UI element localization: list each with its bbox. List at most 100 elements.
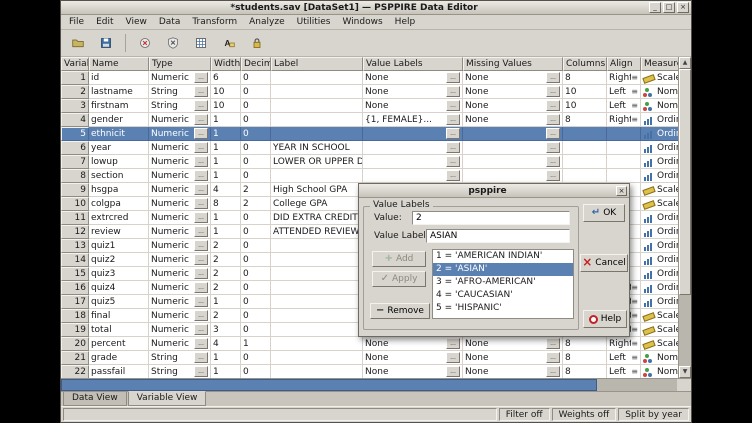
- type-edit-button[interactable]: [194, 226, 208, 237]
- cell-width[interactable]: 2: [211, 309, 241, 323]
- cell-type[interactable]: Numeric: [149, 267, 211, 281]
- cell-measure[interactable]: Nominal: [641, 351, 678, 365]
- cell-measure[interactable]: Ordinal: [641, 239, 678, 253]
- column-header[interactable]: Value Labels: [363, 57, 463, 71]
- cell-name[interactable]: quiz2: [89, 253, 149, 267]
- maximize-button[interactable]: □: [663, 2, 675, 13]
- type-edit-button[interactable]: [194, 86, 208, 97]
- cell-label[interactable]: [271, 365, 363, 378]
- cell-measure[interactable]: Ordinal: [641, 127, 678, 141]
- cell-align[interactable]: Right ≡: [607, 71, 641, 85]
- cell-name[interactable]: grade: [89, 351, 149, 365]
- cell-label[interactable]: College GPA: [271, 197, 363, 211]
- column-header[interactable]: Type: [149, 57, 211, 71]
- cell-width[interactable]: 1: [211, 365, 241, 378]
- add-button[interactable]: Add: [372, 251, 426, 267]
- cell-width[interactable]: 10: [211, 99, 241, 113]
- cell-type[interactable]: Numeric: [149, 253, 211, 267]
- cell-label[interactable]: [271, 127, 363, 141]
- table-row[interactable]: 2 lastname String 10 0 None None 10 Left…: [61, 85, 678, 99]
- missing-values-edit-button[interactable]: [546, 86, 560, 97]
- row-number[interactable]: 4: [61, 113, 89, 127]
- row-number[interactable]: 11: [61, 211, 89, 225]
- cell-width[interactable]: 2: [211, 253, 241, 267]
- row-number[interactable]: 7: [61, 155, 89, 169]
- weight-cases-button[interactable]: [244, 32, 270, 55]
- cell-align[interactable]: Left ≡: [607, 85, 641, 99]
- column-header[interactable]: Columns: [563, 57, 607, 71]
- cell-label[interactable]: LOWER OR UPPER DIVISION: [271, 155, 363, 169]
- type-edit-button[interactable]: [194, 198, 208, 209]
- type-edit-button[interactable]: [194, 352, 208, 363]
- cell-decimals[interactable]: 0: [241, 225, 271, 239]
- cell-label[interactable]: [271, 309, 363, 323]
- value-labels-edit-button[interactable]: [446, 114, 460, 125]
- cell-decimals[interactable]: 0: [241, 71, 271, 85]
- type-edit-button[interactable]: [194, 282, 208, 293]
- value-input[interactable]: [412, 211, 570, 225]
- cell-name[interactable]: lastname: [89, 85, 149, 99]
- type-edit-button[interactable]: [194, 366, 208, 377]
- row-number[interactable]: 5: [61, 127, 89, 141]
- cell-label[interactable]: [271, 295, 363, 309]
- cell-label[interactable]: [271, 113, 363, 127]
- cell-label[interactable]: [271, 169, 363, 183]
- cell-type[interactable]: Numeric: [149, 239, 211, 253]
- cell-missing-values[interactable]: None: [463, 365, 563, 378]
- cell-measure[interactable]: Ordinal: [641, 211, 678, 225]
- cell-align[interactable]: Left ≡: [607, 99, 641, 113]
- cell-measure[interactable]: Scale: [641, 337, 678, 351]
- menu-item[interactable]: Windows: [336, 16, 388, 28]
- missing-values-edit-button[interactable]: [546, 170, 560, 181]
- cell-missing-values[interactable]: None: [463, 99, 563, 113]
- table-row[interactable]: 6 year Numeric 1 0 YEAR IN SCHOOL ≡ Ordi…: [61, 141, 678, 155]
- cell-name[interactable]: hsgpa: [89, 183, 149, 197]
- cell-name[interactable]: id: [89, 71, 149, 85]
- cell-type[interactable]: Numeric: [149, 323, 211, 337]
- column-header[interactable]: Measure: [641, 57, 678, 71]
- titlebar[interactable]: *students.sav [DataSet1] — PSPPIRE Data …: [61, 1, 691, 15]
- type-edit-button[interactable]: [194, 114, 208, 125]
- cell-columns[interactable]: [563, 169, 607, 183]
- row-number[interactable]: 18: [61, 309, 89, 323]
- cell-width[interactable]: 8: [211, 197, 241, 211]
- cell-name[interactable]: total: [89, 323, 149, 337]
- cell-align[interactable]: Right ≡: [607, 337, 641, 351]
- dialog-close-button[interactable]: ×: [616, 186, 627, 196]
- type-edit-button[interactable]: [194, 310, 208, 321]
- type-edit-button[interactable]: [194, 72, 208, 83]
- value-labels-edit-button[interactable]: [446, 72, 460, 83]
- cell-value-labels[interactable]: [363, 169, 463, 183]
- table-row[interactable]: 1 id Numeric 6 0 None None 8 Right ≡ Sca…: [61, 71, 678, 85]
- value-label-list-item[interactable]: 3 = 'AFRO-AMERICAN': [433, 276, 573, 289]
- cell-type[interactable]: String: [149, 365, 211, 378]
- cell-measure[interactable]: Nominal: [641, 99, 678, 113]
- value-labels-edit-button[interactable]: [446, 142, 460, 153]
- cell-width[interactable]: 4: [211, 183, 241, 197]
- open-button[interactable]: [65, 32, 91, 55]
- cell-label[interactable]: [271, 99, 363, 113]
- cell-label[interactable]: YEAR IN SCHOOL: [271, 141, 363, 155]
- cell-width[interactable]: 4: [211, 337, 241, 351]
- cell-value-labels[interactable]: None: [363, 71, 463, 85]
- cell-missing-values[interactable]: None: [463, 85, 563, 99]
- cell-name[interactable]: percent: [89, 337, 149, 351]
- cell-type[interactable]: Numeric: [149, 211, 211, 225]
- cell-type[interactable]: Numeric: [149, 183, 211, 197]
- cell-decimals[interactable]: 1: [241, 337, 271, 351]
- cell-type[interactable]: Numeric: [149, 281, 211, 295]
- cell-label[interactable]: [271, 239, 363, 253]
- cell-label[interactable]: [271, 71, 363, 85]
- table-row[interactable]: 20 percent Numeric 4 1 None None 8 Right…: [61, 337, 678, 351]
- cell-value-labels[interactable]: None: [363, 99, 463, 113]
- cancel-button[interactable]: Cancel: [580, 254, 628, 272]
- cell-measure[interactable]: Ordinal: [641, 267, 678, 281]
- value-labels-edit-button[interactable]: [446, 170, 460, 181]
- cell-value-labels[interactable]: [363, 141, 463, 155]
- missing-values-edit-button[interactable]: [546, 366, 560, 377]
- cell-width[interactable]: 1: [211, 211, 241, 225]
- value-labels-edit-button[interactable]: [446, 352, 460, 363]
- cell-columns[interactable]: 10: [563, 85, 607, 99]
- minimize-button[interactable]: _: [649, 2, 661, 13]
- cell-width[interactable]: 1: [211, 113, 241, 127]
